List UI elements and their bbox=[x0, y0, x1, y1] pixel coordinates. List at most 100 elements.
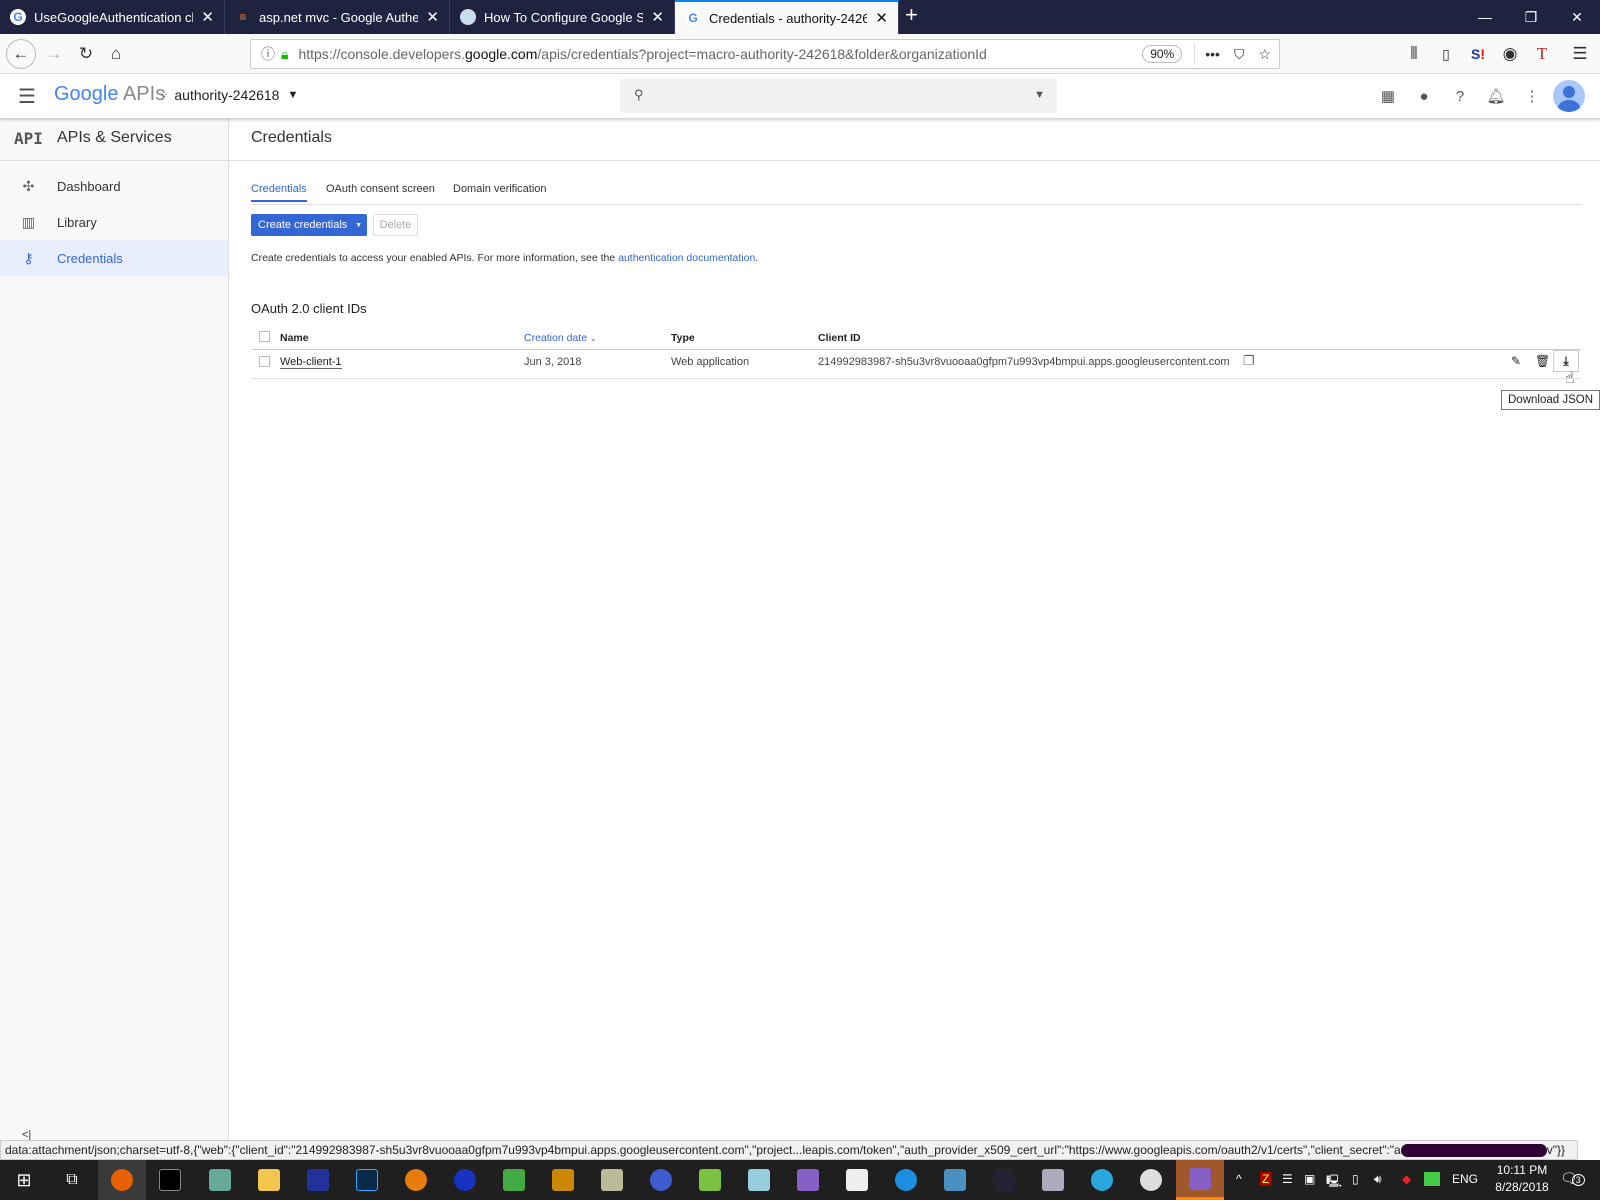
minimize-button[interactable]: — bbox=[1462, 0, 1508, 34]
browser-tab-active[interactable]: G Credentials - authority-242618 ✕ bbox=[675, 0, 899, 34]
paper-plane-app-icon[interactable] bbox=[882, 1160, 930, 1200]
tab-credentials[interactable]: Credentials bbox=[251, 183, 307, 202]
extension-t-icon[interactable]: T bbox=[1528, 40, 1556, 68]
home-button[interactable]: ⌂ bbox=[102, 40, 130, 68]
browser-tab[interactable]: ≡asp.net mvc - Google Authentic✕ bbox=[225, 0, 450, 34]
delete-button[interactable]: Delete bbox=[373, 214, 418, 236]
filezilla-tray-icon[interactable]: Z bbox=[1260, 1172, 1272, 1186]
sidebar-item-library[interactable]: ▥ Library bbox=[0, 204, 228, 240]
close-tab-icon[interactable]: ✕ bbox=[426, 8, 439, 26]
pocket-icon[interactable]: ⛉ bbox=[1234, 46, 1245, 63]
sidebar-item-dashboard[interactable]: ✣ Dashboard bbox=[0, 168, 228, 204]
client-id: 214992983987-sh5u3vr8vuooaa0gfpm7u993vp4… bbox=[818, 356, 1230, 368]
save-app-icon[interactable] bbox=[294, 1160, 342, 1200]
lock-icon: 🔒︎ bbox=[281, 45, 289, 62]
chevron-down-icon: ▼ bbox=[287, 89, 299, 101]
search-dropdown-icon[interactable]: ▼ bbox=[1034, 89, 1045, 101]
sidebar-header: API APIs & Services bbox=[0, 118, 228, 161]
close-tab-icon[interactable]: ✕ bbox=[875, 9, 888, 27]
main-content: Credentials Credentials OAuth consent sc… bbox=[229, 118, 1600, 1140]
row-checkbox[interactable] bbox=[259, 356, 270, 367]
monitor-tray-icon[interactable] bbox=[1424, 1172, 1440, 1186]
infinity-app-icon[interactable] bbox=[637, 1160, 685, 1200]
firefox-icon[interactable] bbox=[98, 1160, 146, 1200]
url-bar[interactable]: ⓘ 🔒︎ https://console.developers. google.c… bbox=[250, 39, 1280, 69]
account-icon[interactable]: ◉ bbox=[1496, 40, 1524, 68]
zoom-level[interactable]: 90% bbox=[1142, 45, 1183, 63]
network-app-icon[interactable] bbox=[1078, 1160, 1126, 1200]
network-tray-icon[interactable]: 🖳︎ bbox=[1326, 1172, 1342, 1193]
tab-domain-verification[interactable]: Domain verification bbox=[453, 183, 547, 195]
globe-app-icon[interactable] bbox=[931, 1160, 979, 1200]
mremote-icon[interactable] bbox=[980, 1160, 1028, 1200]
close-tab-icon[interactable]: ✕ bbox=[651, 8, 664, 26]
authentication-documentation-link[interactable]: authentication documentation bbox=[618, 252, 755, 264]
close-window-button[interactable]: ✕ bbox=[1554, 0, 1600, 34]
clock[interactable]: 10:11 PM 8/28/2018 bbox=[1482, 1162, 1562, 1196]
select-all-checkbox[interactable] bbox=[259, 331, 270, 342]
show-hidden-icons[interactable]: ^ bbox=[1236, 1172, 1242, 1186]
google-apis-logo[interactable]: Google APIs bbox=[54, 83, 165, 106]
browser-tab[interactable]: GUseGoogleAuthentication client✕ bbox=[0, 0, 225, 34]
app-icon[interactable] bbox=[196, 1160, 244, 1200]
client-name-link[interactable]: Web-client-1 bbox=[280, 356, 342, 369]
project-selector[interactable]: ⁘ authority-242618 ▼ bbox=[160, 87, 298, 103]
new-tab-button[interactable]: + bbox=[905, 2, 918, 28]
notifications-bell-icon[interactable]: 🔔︎ bbox=[1484, 84, 1508, 108]
reload-button[interactable]: ↻ bbox=[72, 40, 100, 68]
library-icon[interactable]: ⫴ bbox=[1400, 40, 1428, 68]
visual-studio-icon[interactable] bbox=[784, 1160, 832, 1200]
action-center-icon[interactable]: 🗨︎3 bbox=[1560, 1170, 1585, 1187]
visual-studio-active-icon[interactable] bbox=[1176, 1160, 1224, 1200]
info-icon[interactable]: ⓘ bbox=[261, 44, 275, 64]
sidebar-toggle-icon[interactable]: ▯ bbox=[1432, 40, 1460, 68]
lambda-app-icon[interactable] bbox=[1029, 1160, 1077, 1200]
search-input[interactable]: ⚲ ▼ bbox=[620, 79, 1057, 113]
feedback-icon[interactable]: ● bbox=[1412, 84, 1436, 108]
delete-trash-icon[interactable]: 🗑︎ bbox=[1535, 354, 1550, 368]
gimp-icon[interactable] bbox=[539, 1160, 587, 1200]
forward-button[interactable]: → bbox=[40, 40, 68, 68]
star-app-icon[interactable] bbox=[1127, 1160, 1175, 1200]
start-windows-icon[interactable]: ⊞ bbox=[0, 1160, 48, 1200]
app-tray-icon[interactable]: ▣ bbox=[1304, 1172, 1315, 1186]
help-icon[interactable]: ? bbox=[1448, 84, 1472, 108]
tools-app-icon[interactable] bbox=[588, 1160, 636, 1200]
tab-oauth-consent-screen[interactable]: OAuth consent screen bbox=[326, 183, 435, 195]
column-header-name: Name bbox=[280, 332, 309, 344]
task-view-icon[interactable]: ⧉ bbox=[48, 1160, 96, 1200]
avatar[interactable] bbox=[1553, 80, 1585, 112]
edit-pencil-icon[interactable]: ✎ bbox=[1511, 354, 1521, 368]
page-actions-icon[interactable]: ••• bbox=[1205, 46, 1220, 62]
restore-button[interactable]: ❐ bbox=[1508, 0, 1554, 34]
media-player-icon[interactable] bbox=[833, 1160, 881, 1200]
copy-icon[interactable]: ❐ bbox=[1243, 353, 1255, 369]
extension-s-icon[interactable]: S! bbox=[1464, 40, 1492, 68]
file-explorer-icon[interactable] bbox=[245, 1160, 293, 1200]
volume-icon[interactable]: 🔊︎ bbox=[1374, 1172, 1382, 1187]
photoshop-icon[interactable] bbox=[343, 1160, 391, 1200]
usb-tray-icon[interactable]: ▯ bbox=[1352, 1172, 1359, 1186]
menu-icon[interactable]: ☰ bbox=[1566, 40, 1594, 68]
red-diamond-tray-icon[interactable]: ◆ bbox=[1402, 1172, 1411, 1186]
create-credentials-button[interactable]: Create credentials ▼ bbox=[251, 214, 367, 236]
terminal-icon[interactable] bbox=[146, 1160, 194, 1200]
status-bar: data:attachment/json;charset=utf-8,{"web… bbox=[0, 1140, 1578, 1160]
back-button[interactable]: ← bbox=[6, 39, 36, 69]
bookmark-star-icon[interactable]: ☆ bbox=[1258, 46, 1271, 63]
language-indicator[interactable]: ENG bbox=[1452, 1172, 1478, 1186]
column-header-creation-date[interactable]: Creation date ⌄ bbox=[524, 332, 597, 344]
sidebar-item-credentials[interactable]: ⚷ Credentials bbox=[0, 240, 228, 276]
audio-app-icon[interactable] bbox=[441, 1160, 489, 1200]
close-tab-icon[interactable]: ✕ bbox=[201, 8, 214, 26]
notepad-app-icon[interactable] bbox=[490, 1160, 538, 1200]
gift-icon[interactable]: ▦ bbox=[1376, 84, 1400, 108]
more-vert-icon[interactable]: ⋮ bbox=[1520, 84, 1544, 108]
section-title: OAuth 2.0 client IDs bbox=[251, 301, 367, 316]
blender-icon[interactable] bbox=[392, 1160, 440, 1200]
hamburger-menu-icon[interactable]: ☰ bbox=[18, 84, 36, 109]
notes-app-icon[interactable] bbox=[735, 1160, 783, 1200]
vmware-icon[interactable] bbox=[686, 1160, 734, 1200]
browser-tab[interactable]: How To Configure Google Sign✕ bbox=[450, 0, 675, 34]
db-tray-icon[interactable]: ☰ bbox=[1282, 1172, 1293, 1186]
